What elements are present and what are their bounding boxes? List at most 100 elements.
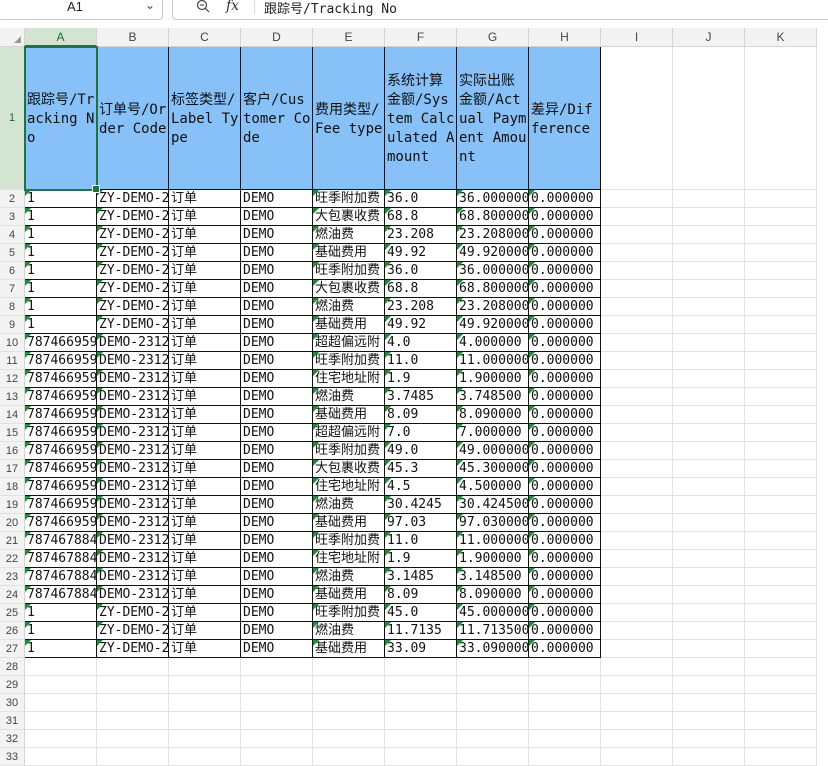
empty-cell[interactable] (673, 586, 745, 604)
table-cell[interactable]: 7.000000 (457, 424, 529, 442)
empty-cell[interactable] (601, 47, 673, 190)
row-header-6[interactable]: 6 (0, 262, 25, 280)
table-cell[interactable]: 1 (25, 622, 97, 640)
table-cell[interactable]: 787466959 (25, 496, 97, 514)
table-cell[interactable]: 旺季附加费 (313, 532, 385, 550)
empty-cell[interactable] (745, 298, 817, 316)
table-cell[interactable]: 787467884 (25, 532, 97, 550)
table-cell[interactable]: 33.090000 (457, 640, 529, 658)
empty-cell[interactable] (673, 478, 745, 496)
table-cell[interactable]: 68.800000 (457, 280, 529, 298)
table-cell[interactable]: 49.92 (385, 244, 457, 262)
empty-cell[interactable] (745, 316, 817, 334)
table-cell[interactable]: DEMO (241, 298, 313, 316)
table-cell[interactable]: 49.000000 (457, 442, 529, 460)
table-cell[interactable]: 68.8 (385, 280, 457, 298)
column-header-k[interactable]: K (745, 28, 817, 47)
row-header-19[interactable]: 19 (0, 496, 25, 514)
empty-cell[interactable] (673, 208, 745, 226)
column-header-c[interactable]: C (169, 28, 241, 47)
empty-cell[interactable] (745, 514, 817, 532)
empty-cell[interactable] (745, 478, 817, 496)
table-cell[interactable]: DEMO-2312 (97, 334, 169, 352)
table-cell[interactable]: DEMO (241, 550, 313, 568)
empty-cell[interactable] (601, 208, 673, 226)
empty-cell[interactable] (601, 478, 673, 496)
table-cell[interactable]: 订单 (169, 460, 241, 478)
empty-cell[interactable] (673, 424, 745, 442)
table-cell[interactable]: DEMO (241, 478, 313, 496)
table-cell[interactable]: 787466959 (25, 406, 97, 424)
table-cell[interactable]: 基础费用 (313, 514, 385, 532)
table-cell[interactable]: ZY-DEMO-2 (97, 190, 169, 208)
table-cell[interactable]: 订单 (169, 514, 241, 532)
table-cell[interactable]: 45.0 (385, 604, 457, 622)
empty-cell[interactable] (745, 730, 817, 748)
row-header-26[interactable]: 26 (0, 622, 25, 640)
empty-cell[interactable] (745, 586, 817, 604)
row-header-8[interactable]: 8 (0, 298, 25, 316)
empty-cell[interactable] (673, 622, 745, 640)
row-header-25[interactable]: 25 (0, 604, 25, 622)
table-cell[interactable]: 订单 (169, 640, 241, 658)
table-cell[interactable]: DEMO (241, 586, 313, 604)
table-cell[interactable]: 0.000000 (529, 550, 601, 568)
empty-cell[interactable] (745, 622, 817, 640)
empty-cell[interactable] (673, 298, 745, 316)
table-cell[interactable]: 订单 (169, 424, 241, 442)
table-cell[interactable]: 燃油费 (313, 226, 385, 244)
empty-cell[interactable] (313, 730, 385, 748)
empty-cell[interactable] (745, 676, 817, 694)
table-cell[interactable]: 订单 (169, 532, 241, 550)
row-header-1[interactable]: 1 (0, 47, 25, 190)
table-cell[interactable]: 1.900000 (457, 550, 529, 568)
empty-cell[interactable] (673, 712, 745, 730)
empty-cell[interactable] (385, 748, 457, 766)
row-header-18[interactable]: 18 (0, 478, 25, 496)
row-header-10[interactable]: 10 (0, 334, 25, 352)
empty-cell[interactable] (745, 262, 817, 280)
empty-cell[interactable] (601, 460, 673, 478)
table-cell[interactable]: 0.000000 (529, 208, 601, 226)
empty-cell[interactable] (745, 226, 817, 244)
row-header-16[interactable]: 16 (0, 442, 25, 460)
table-cell[interactable]: 23.208000 (457, 298, 529, 316)
empty-cell[interactable] (457, 712, 529, 730)
empty-cell[interactable] (457, 658, 529, 676)
row-header-20[interactable]: 20 (0, 514, 25, 532)
table-cell[interactable]: 1 (25, 190, 97, 208)
empty-cell[interactable] (745, 568, 817, 586)
table-cell[interactable]: 1 (25, 298, 97, 316)
table-cell[interactable]: 787466959 (25, 478, 97, 496)
empty-cell[interactable] (673, 460, 745, 478)
row-header-17[interactable]: 17 (0, 460, 25, 478)
empty-cell[interactable] (601, 730, 673, 748)
table-cell[interactable]: 0.000000 (529, 478, 601, 496)
table-cell[interactable]: 68.800000 (457, 208, 529, 226)
table-cell[interactable]: ZY-DEMO-2 (97, 298, 169, 316)
row-header-32[interactable]: 32 (0, 730, 25, 748)
table-cell[interactable]: 大包裹收费 (313, 208, 385, 226)
empty-cell[interactable] (745, 190, 817, 208)
table-cell[interactable]: 11.7135 (385, 622, 457, 640)
table-cell[interactable]: 3.148500 (457, 568, 529, 586)
row-header-24[interactable]: 24 (0, 586, 25, 604)
empty-cell[interactable] (745, 280, 817, 298)
formula-text[interactable]: 跟踪号/Tracking No (264, 0, 397, 17)
table-cell[interactable]: DEMO (241, 442, 313, 460)
table-cell[interactable]: 1 (25, 316, 97, 334)
table-cell[interactable]: 30.424500 (457, 496, 529, 514)
row-header-13[interactable]: 13 (0, 388, 25, 406)
table-cell[interactable]: DEMO (241, 532, 313, 550)
table-cell[interactable]: 97.03 (385, 514, 457, 532)
table-cell[interactable]: 0.000000 (529, 640, 601, 658)
column-header-h[interactable]: H (529, 28, 601, 47)
empty-cell[interactable] (385, 676, 457, 694)
row-header-29[interactable]: 29 (0, 676, 25, 694)
table-cell[interactable]: 0.000000 (529, 370, 601, 388)
empty-cell[interactable] (673, 640, 745, 658)
table-cell[interactable]: 1 (25, 208, 97, 226)
empty-cell[interactable] (97, 748, 169, 766)
table-cell[interactable]: 燃油费 (313, 496, 385, 514)
table-cell[interactable]: 45.000000 (457, 604, 529, 622)
